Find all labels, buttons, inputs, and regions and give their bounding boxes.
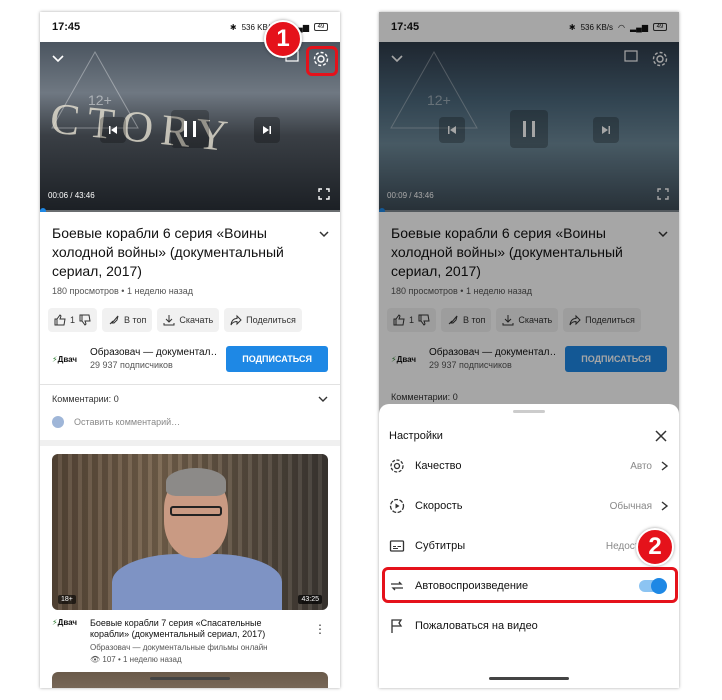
next-channel-logo: ⚡Двач: [52, 618, 78, 627]
subtitles-icon: [389, 540, 405, 552]
thumb-down-icon: [79, 314, 91, 326]
add-comment-field[interactable]: Оставить комментарий…: [40, 404, 340, 428]
speed-value: Обычная: [609, 500, 652, 512]
person-shirt: [112, 554, 282, 610]
video-meta: 180 просмотров • 1 неделю назад: [52, 286, 193, 296]
settings-row-subtitles[interactable]: Субтитры Недоступно: [379, 526, 679, 566]
like-button[interactable]: 1: [48, 308, 98, 332]
step-badge-1: 1: [264, 20, 302, 58]
share-button[interactable]: Поделиться: [224, 308, 302, 332]
settings-row-report[interactable]: Пожаловаться на видео: [379, 606, 679, 646]
quality-label: Качество: [415, 460, 462, 472]
subscribe-button[interactable]: ПОДПИСАТЬСЯ: [226, 346, 328, 372]
chevron-right-icon: [661, 461, 669, 471]
next-button[interactable]: [254, 117, 280, 143]
expand-chevron-icon[interactable]: [318, 228, 330, 240]
next-video-meta: 👁 107 • 1 неделю назад: [90, 655, 300, 664]
download-icon: [163, 315, 175, 326]
comments-header[interactable]: Комментарии: 0: [40, 385, 340, 404]
comments-chevron-icon: [318, 396, 328, 402]
report-label: Пожаловаться на видео: [415, 620, 538, 632]
highlight-autoplay-row: [382, 567, 678, 603]
like-count: 1: [70, 315, 76, 325]
video-title: Боевые корабли 6 серия «Воины холодной в…: [52, 225, 284, 279]
rocket-icon: [109, 315, 119, 325]
previous-button[interactable]: [100, 117, 126, 143]
gear-icon: [390, 459, 404, 473]
step-badge-2: 2: [636, 528, 674, 566]
download-button[interactable]: Скачать: [157, 308, 220, 332]
top-label: В топ: [124, 315, 147, 325]
speed-icon: [389, 498, 405, 514]
section-divider: [40, 440, 340, 446]
video-frame-text: CTORY: [47, 93, 238, 162]
fullscreen-icon[interactable]: [318, 188, 330, 200]
flag-icon: [391, 619, 403, 633]
next-video-info[interactable]: ⚡Двач Боевые корабли 7 серия «Спасательн…: [40, 610, 340, 664]
age-badge: 18+: [58, 595, 76, 604]
next-video-stats: 107 • 1 неделю назад: [102, 655, 182, 664]
pause-icon: [184, 121, 196, 137]
playback-time: 00:06 / 43:46: [48, 191, 95, 200]
highlight-settings-gear: [306, 46, 338, 76]
next-icon: [263, 126, 271, 134]
home-indicator: [489, 677, 569, 680]
channel-name[interactable]: Образовач — документал…: [90, 347, 218, 359]
next-video-thumbnail-2[interactable]: [52, 672, 328, 688]
more-options-icon[interactable]: ⋮: [314, 622, 326, 636]
comments-count: 0: [113, 394, 119, 404]
sheet-handle[interactable]: [513, 410, 545, 413]
download-label: Скачать: [179, 315, 214, 325]
channel-logo[interactable]: ⚡Двач: [52, 355, 82, 364]
previous-icon: [109, 126, 117, 134]
bluetooth-icon: ✱: [229, 22, 237, 32]
top-button[interactable]: В топ: [102, 308, 153, 332]
settings-row-quality[interactable]: Качество Авто: [379, 446, 679, 486]
speed-label: Скорость: [415, 500, 463, 512]
home-indicator: [150, 677, 230, 680]
next-channel-logo-text: Двач: [57, 618, 78, 627]
next-video-thumbnail[interactable]: 18+ 43:25: [52, 454, 328, 610]
pause-button[interactable]: [171, 110, 209, 148]
close-icon[interactable]: [655, 430, 667, 442]
share-icon: [230, 314, 242, 326]
minimize-chevron-icon[interactable]: [50, 50, 66, 66]
next-video-channel: Образовач — документальные фильмы онлайн: [90, 643, 268, 652]
share-label: Поделиться: [246, 315, 296, 325]
subtitles-label: Субтитры: [415, 540, 466, 552]
settings-row-speed[interactable]: Скорость Обычная: [379, 486, 679, 526]
avatar: [52, 416, 64, 428]
battery-icon: 49: [314, 23, 328, 31]
eye-icon: 👁: [90, 655, 101, 664]
phone-screen-1: 17:45 ✱ 536 KB/s ◠ ▂▄▆ 49 12+ CTORY 00:0…: [40, 12, 340, 688]
person-glasses: [170, 506, 222, 516]
comments-label: Комментарии:: [52, 394, 112, 404]
next-video-title: Боевые корабли 7 серия «Спасательные кор…: [90, 618, 266, 639]
chevron-right-icon: [661, 501, 669, 511]
settings-title: Настройки: [389, 430, 443, 442]
video-player[interactable]: 12+ CTORY 00:06 / 43:46: [40, 42, 340, 212]
duration-badge: 43:25: [298, 595, 322, 604]
thumb-up-icon: [54, 314, 66, 326]
channel-logo-text: Двач: [57, 354, 78, 364]
channel-subscribers: 29 937 подписчиков: [90, 360, 173, 370]
comment-placeholder: Оставить комментарий…: [74, 417, 181, 427]
quality-value: Авто: [630, 460, 652, 472]
status-time: 17:45: [52, 21, 81, 33]
settings-sheet: Настройки Качество Авто Скорость Обычная…: [379, 404, 679, 688]
person-hair: [166, 468, 226, 496]
